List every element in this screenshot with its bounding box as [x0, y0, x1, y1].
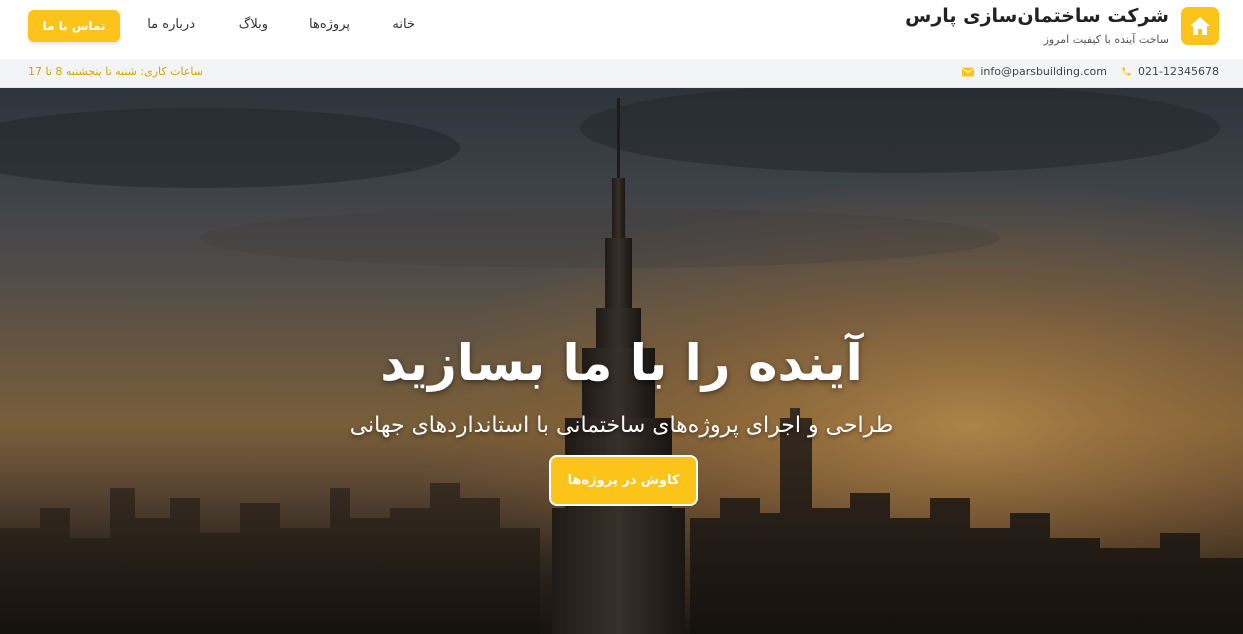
phone-text: 021-12345678	[1138, 65, 1219, 78]
home-icon	[1190, 17, 1210, 35]
working-hours: ساعات کاری: شنبه تا پنجشنبه 8 تا 17	[28, 65, 203, 78]
explore-projects-button[interactable]: کاوش در پروژه‌ها	[549, 455, 698, 506]
nav-home-link[interactable]: خانه	[392, 17, 415, 32]
nav-projects-link[interactable]: پروژه‌ها	[309, 17, 350, 32]
contact-phone[interactable]: 021-12345678	[1121, 65, 1219, 78]
email-text: info@parsbuilding.com	[980, 65, 1107, 78]
hero-section: آینده را با ما بسازید طراحی و اجرای پروژ…	[0, 88, 1243, 634]
hero-title: آینده را با ما بسازید	[380, 334, 863, 392]
contact-email[interactable]: info@parsbuilding.com	[962, 65, 1107, 78]
logo[interactable]	[1181, 7, 1219, 45]
brand-tagline: ساخت آینده با کیفیت امروز	[1043, 33, 1169, 46]
site-header: شرکت ساختمان‌سازی پارس ساخت آینده با کیف…	[0, 0, 1243, 59]
info-bar: 021-12345678 info@parsbuilding.com ساعات…	[0, 59, 1243, 88]
phone-icon	[1122, 67, 1131, 76]
envelope-icon	[962, 67, 975, 76]
nav-blog-link[interactable]: وبلاگ	[239, 17, 268, 32]
brand-title: شرکت ساختمان‌سازی پارس	[905, 5, 1169, 27]
nav-about-link[interactable]: درباره ما	[147, 17, 195, 32]
contact-button[interactable]: تماس با ما	[28, 10, 120, 42]
hero-subtitle: طراحی و اجرای پروژه‌های ساختمانی با استا…	[349, 413, 894, 438]
